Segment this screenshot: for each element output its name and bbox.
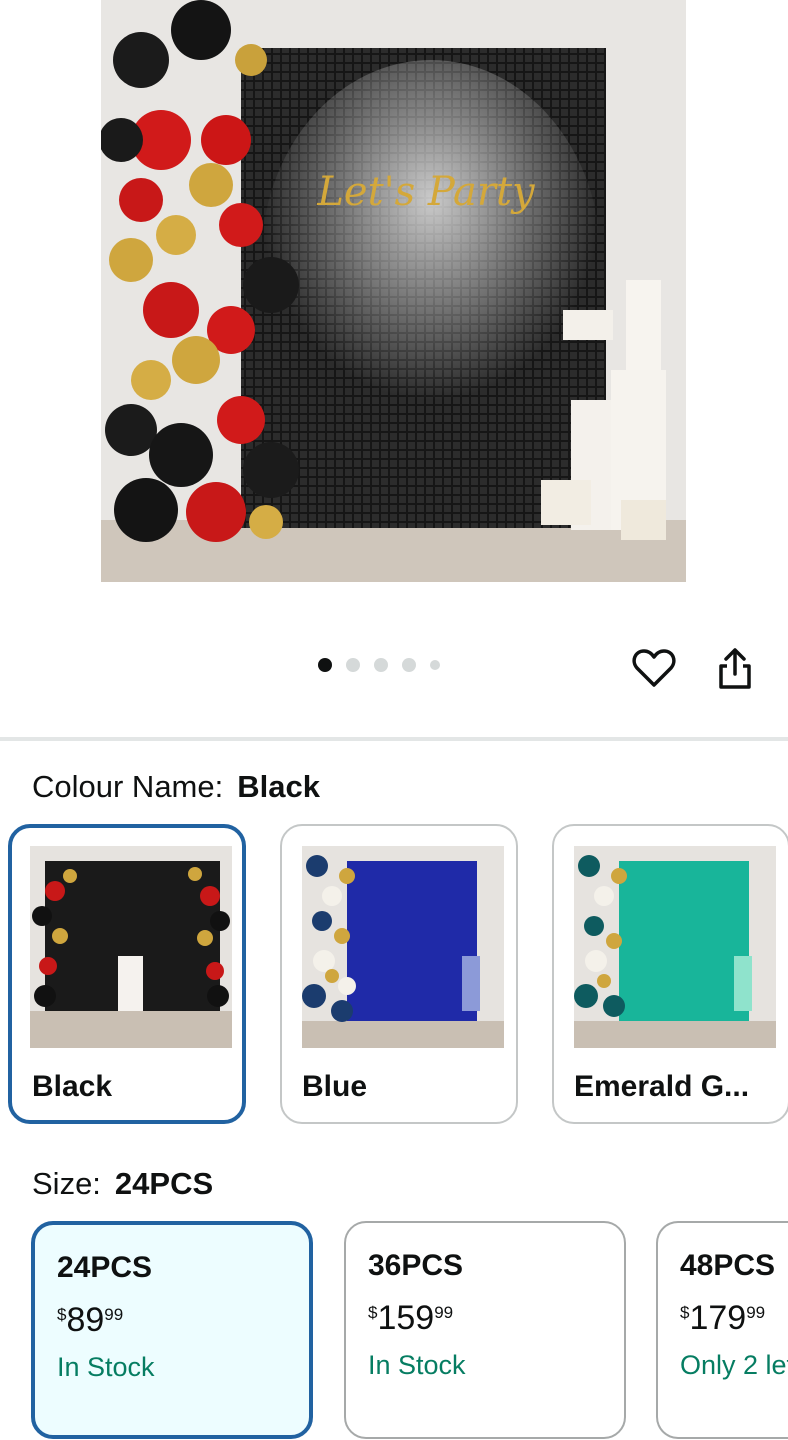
size-option-label: 24PCS [57,1251,153,1284]
size-option-price: $17999 [680,1299,765,1338]
product-image[interactable]: Let's Party [101,0,686,582]
carousel-dot-5[interactable] [430,660,440,670]
colour-label-row: Colour Name: Black [32,769,320,805]
stock-status: In Stock [57,1352,155,1382]
carousel-dot-4[interactable] [402,658,416,672]
stock-status: In Stock [368,1350,466,1380]
sign-text: Let's Party [316,169,536,215]
colour-option-label: Black [32,1070,113,1103]
size-option-price: $15999 [368,1299,453,1338]
price-whole: 179 [689,1299,747,1337]
wishlist-button[interactable] [631,645,677,691]
colour-label: Colour Name: [32,769,224,804]
product-photo: Let's Party [101,0,686,582]
price-fraction: 99 [746,1303,766,1322]
colour-thumbnail-black [30,846,232,1048]
size-option-24pcs[interactable]: 24PCS $8999 In Stock [31,1221,313,1439]
colour-selected-value: Black [237,769,320,804]
colour-thumbnail-emerald [574,846,776,1048]
colour-option-emerald[interactable]: Emerald G... [552,824,788,1124]
section-divider [0,737,788,741]
carousel-indicator[interactable] [318,658,440,672]
price-fraction: 99 [434,1303,454,1322]
share-icon [719,648,751,689]
size-option-48pcs[interactable]: 48PCS $17999 Only 2 left in stock. [656,1221,788,1439]
price-currency: $ [368,1303,378,1322]
colour-option-black[interactable]: Black [8,824,246,1124]
share-button[interactable] [712,645,758,691]
size-option-label: 48PCS [680,1249,776,1282]
price-whole: 159 [377,1299,435,1337]
size-option-price: $8999 [57,1301,123,1340]
carousel-dot-2[interactable] [346,658,360,672]
price-currency: $ [680,1303,690,1322]
price-fraction: 99 [104,1305,124,1324]
stock-status: Only 2 left in stock. [680,1350,788,1380]
carousel-dot-1[interactable] [318,658,332,672]
colour-thumbnail-blue [302,846,504,1048]
colour-option-blue[interactable]: Blue [280,824,518,1124]
size-label-row: Size: 24PCS [32,1166,213,1202]
price-whole: 89 [66,1301,105,1339]
carousel-dot-3[interactable] [374,658,388,672]
heart-icon [632,649,676,687]
size-selected-value: 24PCS [114,1166,214,1201]
colour-option-label: Blue [302,1070,368,1103]
size-option-36pcs[interactable]: 36PCS $15999 In Stock [344,1221,626,1439]
colour-option-label: Emerald G... [574,1070,750,1103]
size-option-label: 36PCS [368,1249,464,1282]
price-currency: $ [57,1305,67,1324]
size-label: Size: [32,1166,101,1201]
